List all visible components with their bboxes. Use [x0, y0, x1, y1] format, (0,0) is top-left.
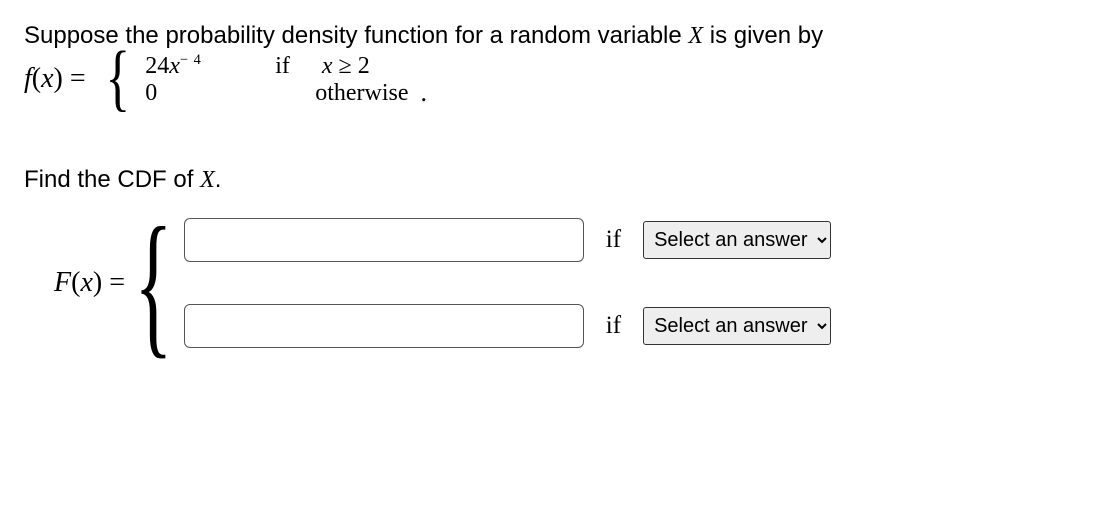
cdf-answer-area: F(x) = { if Select an answer if Select a… — [24, 218, 1076, 348]
problem-intro: Suppose the probability density function… — [24, 20, 1076, 52]
cdf-case2-input[interactable] — [184, 304, 584, 348]
cdf-case-2: if Select an answer — [184, 304, 831, 348]
cdf-case1-if: if — [606, 226, 621, 254]
pdf-case-2: 0 otherwise — [145, 80, 408, 107]
cdf-lhs: F(x) = — [54, 267, 125, 299]
intro-text-post: is given by — [703, 22, 823, 49]
pdf-lhs: f(x) = — [24, 63, 86, 95]
cdf-case1-select[interactable]: Select an answer — [643, 221, 831, 259]
cdf-case2-select[interactable]: Select an answer — [643, 307, 831, 345]
find-cdf-prompt: Find the CDF of X. — [24, 166, 1076, 194]
cdf-brace: { — [134, 223, 172, 343]
cdf-case-1: if Select an answer — [184, 218, 831, 262]
cdf-case2-if: if — [606, 312, 621, 340]
pdf-brace: { — [105, 53, 130, 105]
intro-var-X: X — [688, 23, 703, 49]
pdf-period: . — [421, 78, 428, 108]
pdf-cases: 24x− 4 if x ≥ 2 0 otherwise — [145, 52, 408, 107]
pdf-definition: f(x) = { 24x− 4 if x ≥ 2 0 otherwise . — [24, 50, 1076, 108]
pdf-case-1: 24x− 4 if x ≥ 2 — [145, 52, 408, 80]
cdf-case1-input[interactable] — [184, 218, 584, 262]
